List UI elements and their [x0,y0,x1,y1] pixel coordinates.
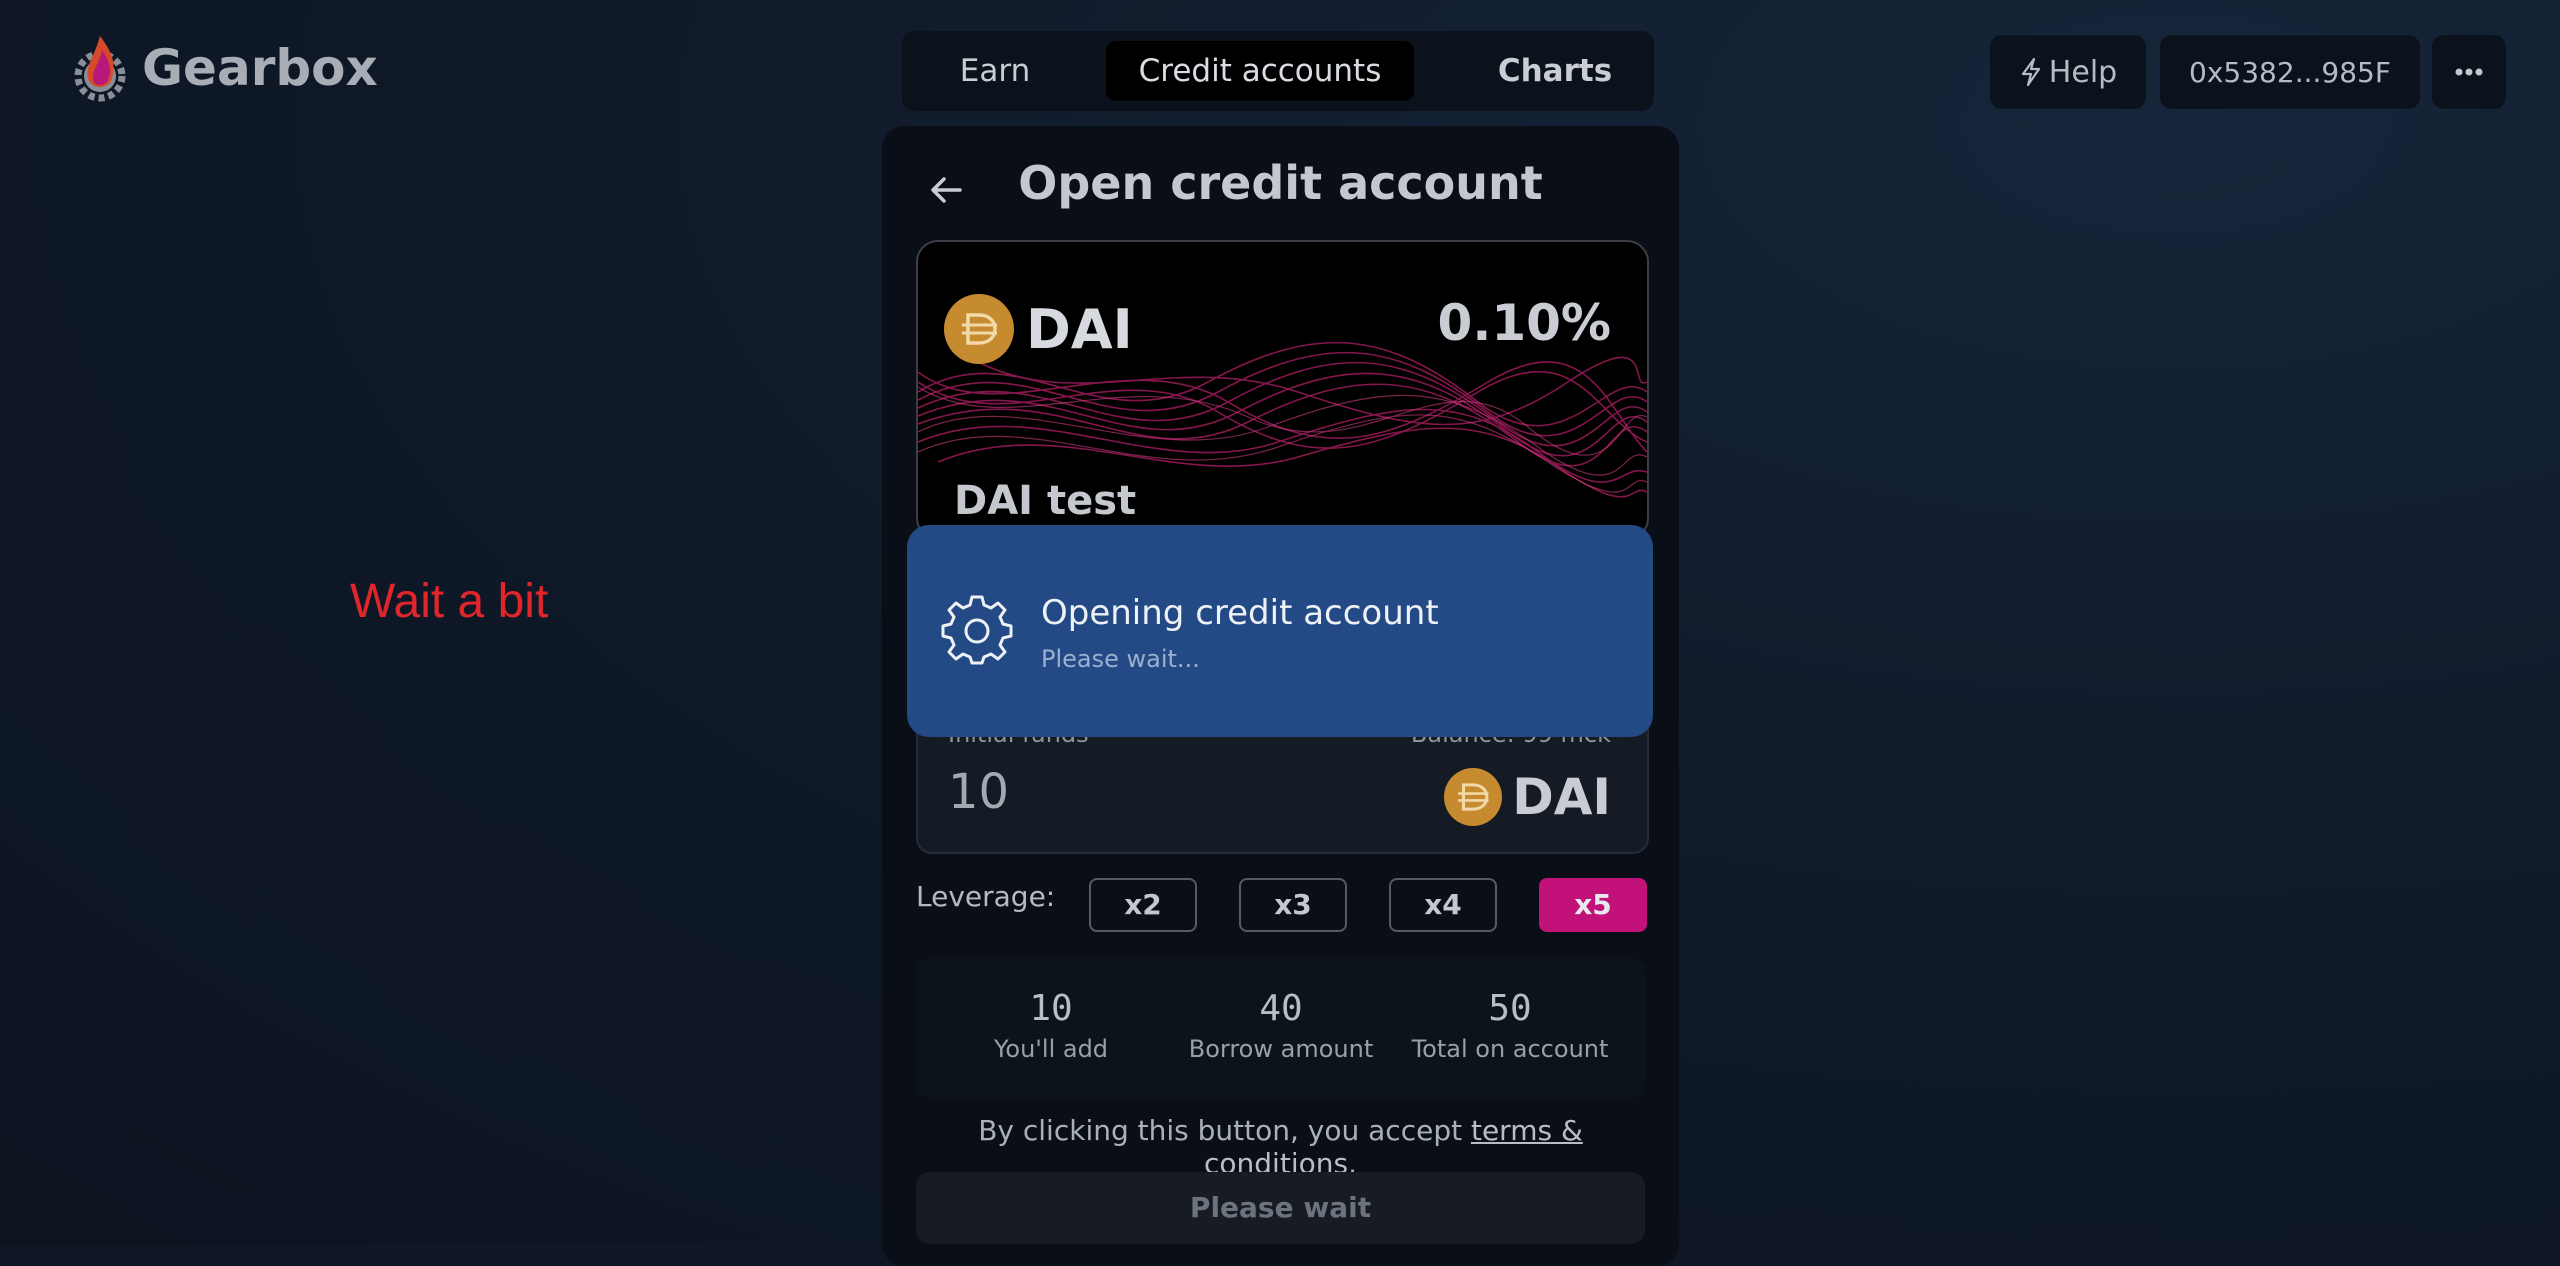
gear-icon [941,595,1013,665]
help-button[interactable]: Help [1990,35,2146,109]
stat-label: Total on account [1411,1035,1609,1063]
card-rate: 0.10% [1437,294,1611,352]
terms-prefix: By clicking this button, you accept [978,1114,1471,1147]
card-pool-name: DAI test [954,478,1137,524]
progress-toast: Opening credit account Please wait... [907,525,1653,737]
dai-coin-icon [944,294,1014,364]
toast-subtitle: Please wait... [1041,645,1200,673]
account-summary: 10 You'll add 40 Borrow amount 50 Total … [916,958,1645,1098]
stat-borrow-amount: 40 Borrow amount [1171,988,1391,1063]
funds-token: DAI [1444,768,1611,826]
stat-you-add: 10 You'll add [941,988,1161,1063]
submit-button[interactable]: Please wait [916,1172,1645,1244]
help-label: Help [2048,54,2118,90]
more-menu-button[interactable] [2432,35,2506,109]
stat-value: 50 [1488,988,1532,1029]
leverage-x2-button[interactable]: x2 [1089,878,1197,932]
terms-notice: By clicking this button, you accept term… [916,1114,1645,1180]
wallet-address-button[interactable]: 0x5382...985F [2160,35,2420,109]
leverage-x3-button[interactable]: x3 [1239,878,1347,932]
tab-credit-accounts[interactable]: Credit accounts [1106,41,1414,101]
gearbox-logo-icon [74,36,126,102]
toast-title: Opening credit account [1041,593,1439,633]
app-logo[interactable]: Gearbox [72,28,378,108]
lightning-icon [2021,57,2040,87]
tab-earn[interactable]: Earn [922,41,1068,101]
card-token-symbol: DAI [1026,297,1133,361]
app-name: Gearbox [142,39,378,97]
stat-value: 40 [1259,988,1303,1029]
leverage-x5-button[interactable]: x5 [1539,878,1647,932]
card-token: DAI [944,294,1133,364]
stat-label: Borrow amount [1188,1035,1374,1063]
leverage-x4-button[interactable]: x4 [1389,878,1497,932]
tab-charts[interactable]: Charts [1470,41,1640,101]
wait-annotation: Wait a bit [350,575,549,628]
dai-coin-icon [1444,768,1503,826]
main-nav: Earn Credit accounts Charts [902,31,1654,111]
stat-value: 10 [1029,988,1073,1029]
more-dots-icon [2455,68,2483,76]
funds-amount-input[interactable]: 10 [948,764,1009,820]
stat-label: You'll add [993,1035,1109,1063]
stat-total-on-account: 50 Total on account [1400,988,1620,1063]
leverage-label: Leverage: [916,880,1056,913]
page-title: Open credit account [1018,156,1543,210]
pool-card: DAI 0.10% DAI test [916,240,1649,540]
funds-token-symbol: DAI [1512,768,1611,826]
